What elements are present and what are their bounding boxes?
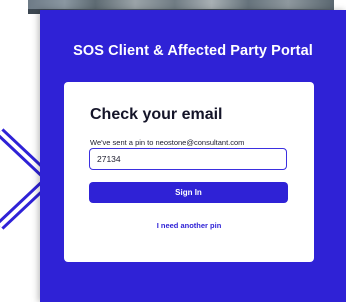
card-heading: Check your email xyxy=(90,106,223,123)
pin-input[interactable] xyxy=(89,148,287,170)
portal-panel: SOS Client & Affected Party Portal Check… xyxy=(40,10,346,302)
another-pin-link[interactable]: I need another pin xyxy=(64,221,314,230)
login-card: Check your email We've sent a pin to neo… xyxy=(64,82,314,262)
login-screen: SOS Client & Affected Party Portal Check… xyxy=(0,0,346,302)
pin-sent-message: We've sent a pin to neostone@consultant.… xyxy=(90,138,245,147)
sign-in-button[interactable]: Sign In xyxy=(89,182,288,203)
portal-title: SOS Client & Affected Party Portal xyxy=(73,43,313,59)
